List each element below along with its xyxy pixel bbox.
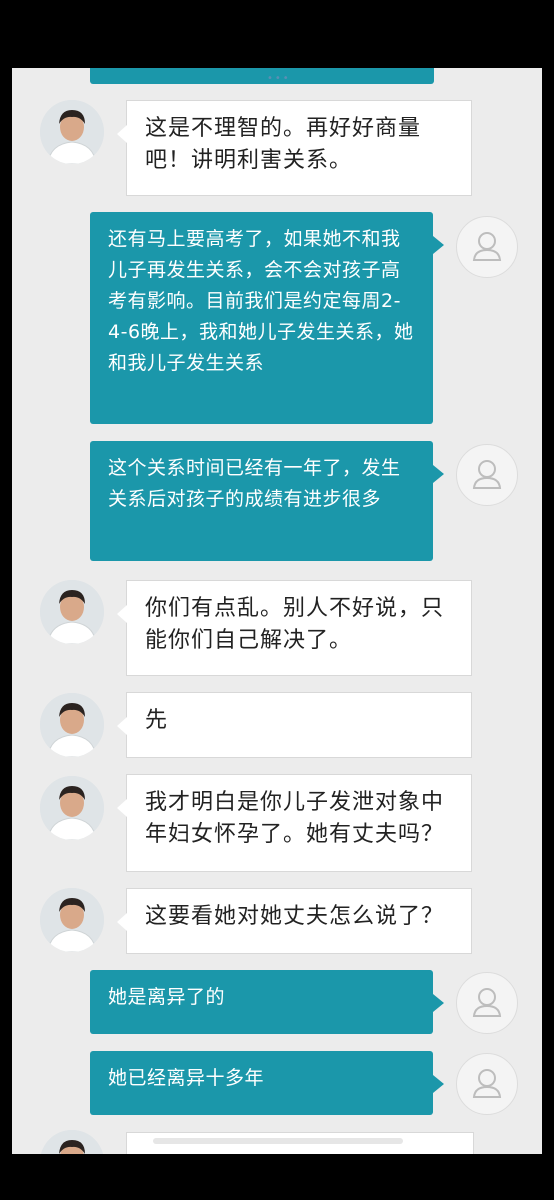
doctor-avatar-icon[interactable] [40,693,104,757]
doctor-message-bubble: 你们有点乱。别人不好说，只能你们自己解决了。 [117,580,472,676]
previous-message-bubble [90,68,434,84]
user-silhouette-icon[interactable] [456,444,518,506]
doctor-avatar-icon[interactable] [40,888,104,952]
doctor-avatar-icon[interactable] [40,580,104,644]
more-dots-icon[interactable]: ••• [267,73,291,84]
chat-screen[interactable]: ••• 这是不理智的。再好好商量吧！讲明利害关系。 还有马上要高考了，如果她不和… [12,68,542,1154]
doctor-avatar-icon[interactable] [40,776,104,840]
user-silhouette-icon[interactable] [456,1053,518,1115]
user-message-bubble: 她已经离异十多年 [90,1051,444,1115]
doctor-avatar-icon[interactable] [40,1130,104,1154]
user-message-bubble: 还有马上要高考了，如果她不和我儿子再发生关系，会不会对孩子高考有影响。目前我们是… [90,212,444,424]
doctor-message-bubble: 我才明白是你儿子发泄对象中年妇女怀孕了。她有丈夫吗？ [117,774,472,872]
doctor-message-bubble: 这要看她对她丈夫怎么说了？ [117,888,472,954]
doctor-message-bubble: 这是不理智的。再好好商量吧！讲明利害关系。 [117,100,472,196]
user-silhouette-icon[interactable] [456,972,518,1034]
user-silhouette-icon[interactable] [456,216,518,278]
user-message-bubble: 她是离异了的 [90,970,444,1034]
home-indicator[interactable] [153,1138,403,1144]
doctor-message-bubble: 先 [117,692,472,758]
doctor-avatar-icon[interactable] [40,100,104,164]
user-message-bubble: 这个关系时间已经有一年了，发生关系后对孩子的成绩有进步很多 [90,441,444,561]
